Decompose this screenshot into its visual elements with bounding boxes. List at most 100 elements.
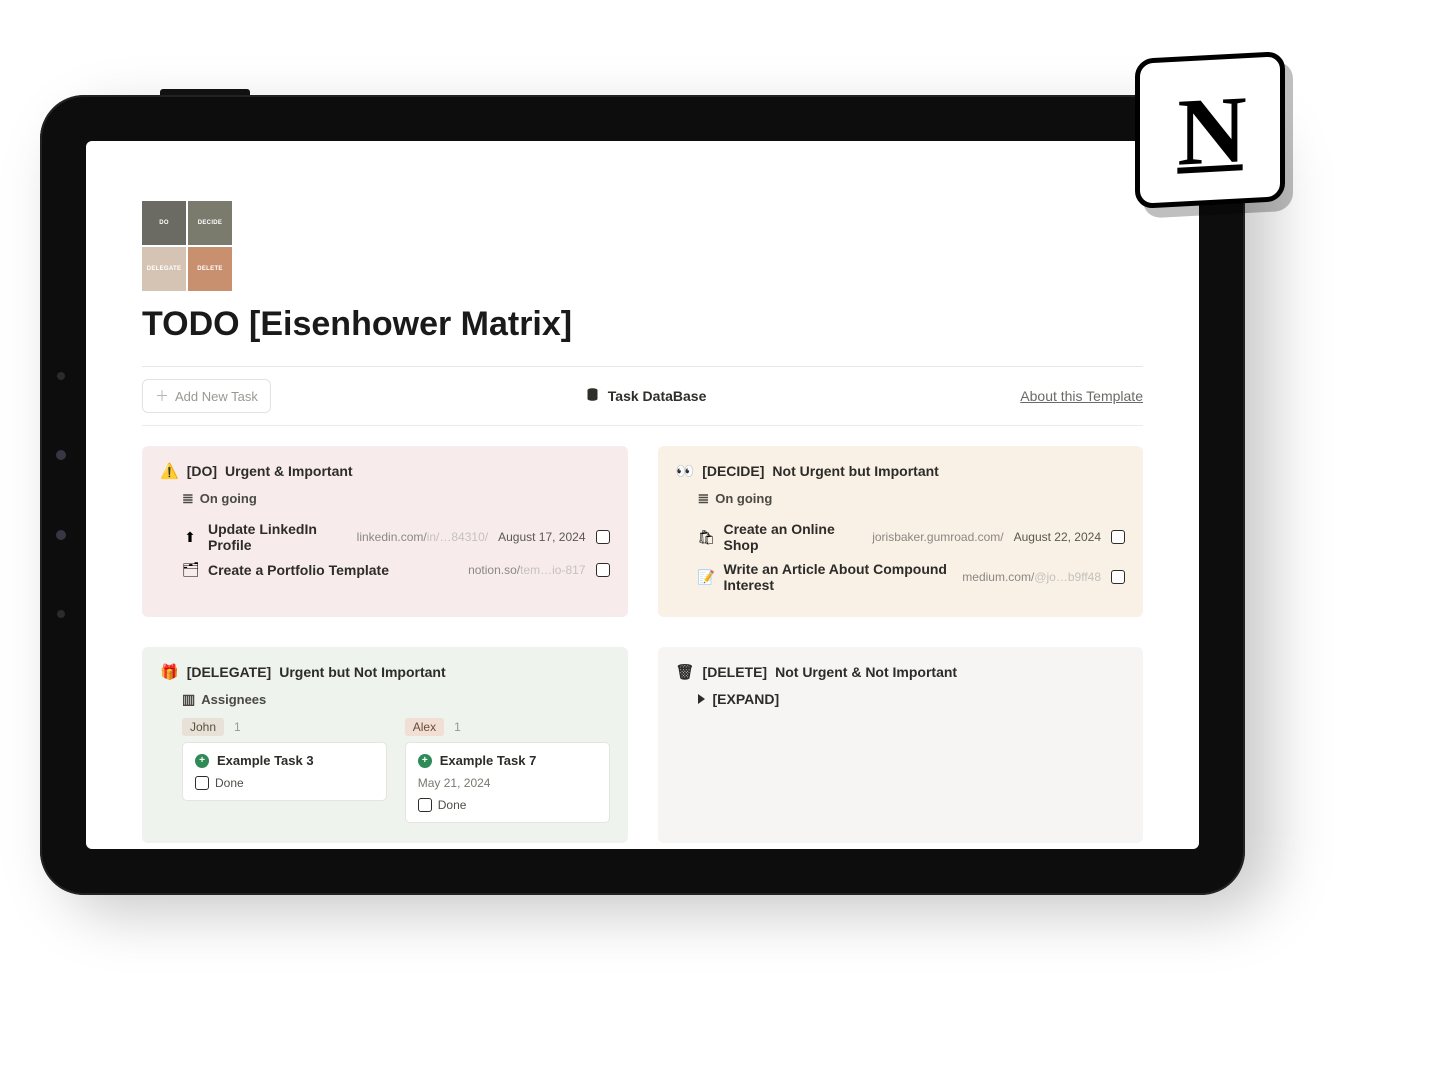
plus-icon: ＋ — [155, 386, 169, 406]
task-card-title: + Example Task 3 — [195, 753, 374, 768]
task-row[interactable]: 🛍 Create an Online Shop jorisbaker.gumro… — [698, 517, 1126, 557]
task-checkbox[interactable] — [1111, 530, 1125, 544]
quadrant-decide-subhead: ≣ On going — [698, 490, 1126, 507]
eyes-icon: 👀 — [676, 462, 695, 480]
quadrant-delegate-header: 🎁 [DELEGATE] Urgent but Not Important — [160, 663, 610, 681]
quadrant-delegate: 🎁 [DELEGATE] Urgent but Not Important ▥ … — [142, 647, 628, 843]
quadrant-do-subhead-label: On going — [200, 491, 257, 506]
task-url[interactable]: medium.com/@jo…b9ff48 — [962, 570, 1101, 584]
quadrant-delegate-tag: [DELEGATE] — [187, 664, 272, 680]
notion-logo-badge: N — [1135, 51, 1285, 209]
task-meta: notion.so/tem…io-817 — [468, 563, 609, 577]
tablet-side-dots — [56, 372, 66, 618]
quadrant-decide-header: 👀 [DECIDE] Not Urgent but Important — [676, 462, 1126, 480]
assignee-column: Alex 1 + Example Task 7 May 21, 2024 — [405, 718, 610, 823]
screen: DO DECIDE DELEGATE DELETE TODO [Eisenhow… — [86, 141, 1199, 849]
quadrant-delete-tag: [DELETE] — [703, 664, 768, 680]
task-name: Update LinkedIn Profile — [208, 521, 347, 553]
shop-icon: 🛍 — [698, 529, 714, 546]
page-icon-cell-delete: DELETE — [188, 247, 232, 291]
quadrant-do: ⚠️ [DO] Urgent & Important ≣ On going ⬆ … — [142, 446, 628, 617]
task-database-link[interactable]: Task DataBase — [585, 387, 707, 405]
task-card[interactable]: + Example Task 7 May 21, 2024 Done — [405, 742, 610, 823]
task-url[interactable]: notion.so/tem…io-817 — [468, 563, 585, 577]
quadrant-delete-label: Not Urgent & Not Important — [775, 664, 957, 680]
task-checkbox[interactable] — [195, 776, 209, 790]
task-card[interactable]: + Example Task 3 Done — [182, 742, 387, 801]
quadrant-decide-tag: [DECIDE] — [702, 463, 764, 479]
warning-icon: ⚠️ — [160, 462, 179, 480]
assignees-row: John 1 + Example Task 3 Done — [182, 718, 610, 823]
assignee-count: 1 — [234, 720, 241, 734]
list-icon: ≣ — [182, 490, 194, 507]
upload-icon: ⬆ — [182, 529, 198, 546]
task-card-title: + Example Task 7 — [418, 753, 597, 768]
database-icon — [585, 387, 600, 405]
task-card-date: May 21, 2024 — [418, 776, 597, 790]
gift-icon: 🎁 — [160, 663, 179, 681]
task-meta: jorisbaker.gumroad.com/ August 22, 2024 — [872, 530, 1125, 544]
divider — [142, 366, 1143, 367]
write-icon: 📝 — [698, 569, 714, 586]
board-icon: ▥ — [182, 691, 195, 708]
quadrant-delegate-label: Urgent but Not Important — [279, 664, 445, 680]
task-date: August 17, 2024 — [498, 530, 585, 544]
quadrant-decide-label: Not Urgent but Important — [772, 463, 938, 479]
task-checkbox[interactable] — [596, 563, 610, 577]
task-database-label: Task DataBase — [608, 388, 707, 404]
task-url[interactable]: jorisbaker.gumroad.com/ — [872, 530, 1003, 544]
quadrant-do-tag: [DO] — [187, 463, 217, 479]
page-title[interactable]: TODO [Eisenhower Matrix] — [142, 305, 1143, 344]
quadrant-decide: 👀 [DECIDE] Not Urgent but Important ≣ On… — [658, 446, 1144, 617]
add-new-task-label: Add New Task — [175, 389, 258, 404]
divider — [142, 425, 1143, 426]
plus-circle-icon: + — [418, 754, 432, 768]
notion-logo-letter: N — [1177, 73, 1242, 187]
assignee-header[interactable]: Alex 1 — [405, 718, 610, 736]
assignee-count: 1 — [454, 720, 461, 734]
task-url[interactable]: linkedin.com/in/…84310/ — [357, 530, 488, 544]
quadrant-delegate-subhead: ▥ Assignees — [182, 691, 610, 708]
quadrant-delete: 🗑 [DELETE] Not Urgent & Not Important [E… — [658, 647, 1144, 843]
task-row[interactable]: 🗂 Create a Portfolio Template notion.so/… — [182, 557, 610, 582]
quadrant-do-subhead: ≣ On going — [182, 490, 610, 507]
task-meta: medium.com/@jo…b9ff48 — [962, 570, 1125, 584]
task-meta: linkedin.com/in/…84310/ August 17, 2024 — [357, 530, 610, 544]
task-card-done[interactable]: Done — [195, 776, 374, 790]
quadrant-do-label: Urgent & Important — [225, 463, 353, 479]
task-checkbox[interactable] — [418, 798, 432, 812]
task-checkbox[interactable] — [1111, 570, 1125, 584]
about-template-link[interactable]: About this Template — [1020, 388, 1143, 404]
assignee-column: John 1 + Example Task 3 Done — [182, 718, 387, 823]
quadrant-do-header: ⚠️ [DO] Urgent & Important — [160, 462, 610, 480]
plus-circle-icon: + — [195, 754, 209, 768]
task-row[interactable]: ⬆ Update LinkedIn Profile linkedin.com/i… — [182, 517, 610, 557]
assignee-pill: Alex — [405, 718, 444, 736]
quadrant-delegate-subhead-label: Assignees — [201, 692, 266, 707]
task-name: Create a Portfolio Template — [208, 562, 458, 578]
list-icon: ≣ — [698, 490, 710, 507]
quadrant-delete-header: 🗑 [DELETE] Not Urgent & Not Important — [676, 663, 1126, 681]
matrix: ⚠️ [DO] Urgent & Important ≣ On going ⬆ … — [142, 446, 1143, 843]
tablet-frame: DO DECIDE DELEGATE DELETE TODO [Eisenhow… — [40, 95, 1245, 895]
caret-right-icon — [698, 694, 705, 704]
template-icon: 🗂 — [182, 561, 198, 578]
add-new-task-button[interactable]: ＋ Add New Task — [142, 379, 271, 413]
toolbar: ＋ Add New Task Task DataBase About this … — [142, 379, 1143, 413]
task-name: Create an Online Shop — [724, 521, 863, 553]
quadrant-decide-subhead-label: On going — [715, 491, 772, 506]
page-icon-cell-do: DO — [142, 201, 186, 245]
trash-icon: 🗑 — [676, 663, 695, 681]
expand-label: [EXPAND] — [713, 691, 780, 707]
page-icon[interactable]: DO DECIDE DELEGATE DELETE — [142, 201, 1143, 291]
page-icon-cell-decide: DECIDE — [188, 201, 232, 245]
task-date: August 22, 2024 — [1014, 530, 1101, 544]
task-checkbox[interactable] — [596, 530, 610, 544]
task-row[interactable]: 📝 Write an Article About Compound Intere… — [698, 557, 1126, 597]
page-icon-cell-delegate: DELEGATE — [142, 247, 186, 291]
expand-toggle[interactable]: [EXPAND] — [698, 691, 1126, 707]
task-name: Write an Article About Compound Interest — [724, 561, 953, 593]
assignee-header[interactable]: John 1 — [182, 718, 387, 736]
assignee-pill: John — [182, 718, 224, 736]
task-card-done[interactable]: Done — [418, 798, 597, 812]
